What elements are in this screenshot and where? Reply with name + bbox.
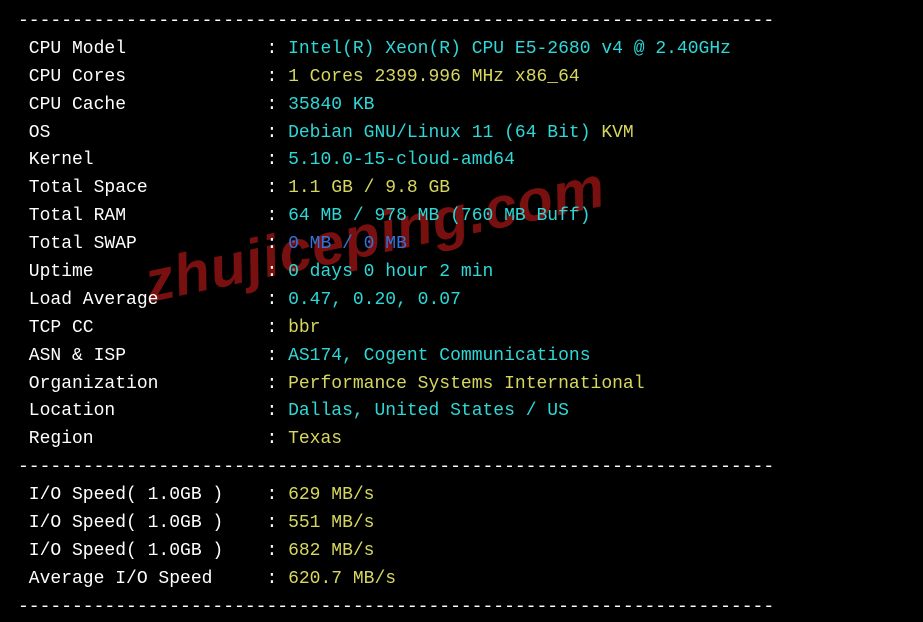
row-value: 1 Cores 2399.996 MHz x86_64: [288, 67, 580, 87]
info-row: TCP CC : bbr: [18, 315, 905, 343]
info-row: Region : Texas: [18, 426, 905, 454]
colon: :: [266, 95, 288, 115]
row-value: bbr: [288, 318, 320, 338]
row-value: AS174, Cogent Communications: [288, 346, 590, 366]
info-row: CPU Model : Intel(R) Xeon(R) CPU E5-2680…: [18, 36, 905, 64]
colon: :: [266, 234, 288, 254]
colon: :: [266, 318, 288, 338]
row-value: 682 MB/s: [288, 541, 374, 561]
row-value: 620.7 MB/s: [288, 569, 396, 589]
row-label: I/O Speed( 1.0GB ): [18, 513, 266, 533]
info-row: CPU Cache : 35840 KB: [18, 92, 905, 120]
info-row: Uptime : 0 days 0 hour 2 min: [18, 259, 905, 287]
info-row: ASN & ISP : AS174, Cogent Communications: [18, 343, 905, 371]
divider-top: ----------------------------------------…: [18, 8, 905, 36]
row-value: Texas: [288, 429, 342, 449]
info-row: Average I/O Speed : 620.7 MB/s: [18, 566, 905, 594]
row-label: Average I/O Speed: [18, 569, 266, 589]
colon: :: [266, 206, 288, 226]
colon: :: [266, 374, 288, 394]
colon: :: [266, 150, 288, 170]
sysinfo-block: CPU Model : Intel(R) Xeon(R) CPU E5-2680…: [18, 36, 905, 454]
row-label: Total SWAP: [18, 234, 266, 254]
row-label: CPU Model: [18, 39, 266, 59]
colon: :: [266, 401, 288, 421]
info-row: Kernel : 5.10.0-15-cloud-amd64: [18, 147, 905, 175]
row-value: Performance Systems International: [288, 374, 644, 394]
row-label: CPU Cache: [18, 95, 266, 115]
colon: :: [266, 346, 288, 366]
colon: :: [266, 262, 288, 282]
info-row: I/O Speed( 1.0GB ) : 551 MB/s: [18, 510, 905, 538]
info-row: I/O Speed( 1.0GB ) : 682 MB/s: [18, 538, 905, 566]
row-label: Total RAM: [18, 206, 266, 226]
row-label: Location: [18, 401, 266, 421]
row-value: 0 days 0 hour 2 min: [288, 262, 493, 282]
info-row: Total SWAP : 0 MB / 0 MB: [18, 231, 905, 259]
colon: :: [266, 123, 288, 143]
row-value: 5.10.0-15-cloud-amd64: [288, 150, 515, 170]
row-label: I/O Speed( 1.0GB ): [18, 541, 266, 561]
row-label: Kernel: [18, 150, 266, 170]
terminal-output: ----------------------------------------…: [18, 8, 905, 622]
colon: :: [266, 67, 288, 87]
divider-mid: ----------------------------------------…: [18, 454, 905, 482]
row-value: 0.47, 0.20, 0.07: [288, 290, 461, 310]
row-label: Region: [18, 429, 266, 449]
info-row: Total RAM : 64 MB / 978 MB (760 MB Buff): [18, 203, 905, 231]
info-row: OS : Debian GNU/Linux 11 (64 Bit) KVM: [18, 120, 905, 148]
row-label: Uptime: [18, 262, 266, 282]
row-value: 35840 KB: [288, 95, 374, 115]
row-label: CPU Cores: [18, 67, 266, 87]
row-label: TCP CC: [18, 318, 266, 338]
row-value: 629 MB/s: [288, 485, 374, 505]
colon: :: [266, 39, 288, 59]
row-label: Organization: [18, 374, 266, 394]
colon: :: [266, 541, 288, 561]
colon: :: [266, 429, 288, 449]
row-value: 1.1 GB / 9.8 GB: [288, 178, 450, 198]
colon: :: [266, 513, 288, 533]
row-value: KVM: [601, 123, 633, 143]
row-value: 64 MB / 978 MB (760 MB Buff): [288, 206, 590, 226]
row-label: OS: [18, 123, 266, 143]
row-value: Intel(R) Xeon(R) CPU E5-2680 v4 @ 2.40GH…: [288, 39, 731, 59]
divider-bottom: ----------------------------------------…: [18, 594, 905, 622]
colon: :: [266, 178, 288, 198]
colon: :: [266, 485, 288, 505]
row-value: Debian GNU/Linux 11 (64 Bit): [288, 123, 601, 143]
info-row: I/O Speed( 1.0GB ) : 629 MB/s: [18, 482, 905, 510]
info-row: Location : Dallas, United States / US: [18, 398, 905, 426]
row-label: I/O Speed( 1.0GB ): [18, 485, 266, 505]
info-row: Load Average : 0.47, 0.20, 0.07: [18, 287, 905, 315]
row-label: ASN & ISP: [18, 346, 266, 366]
colon: :: [266, 290, 288, 310]
iospeed-block: I/O Speed( 1.0GB ) : 629 MB/s I/O Speed(…: [18, 482, 905, 594]
info-row: CPU Cores : 1 Cores 2399.996 MHz x86_64: [18, 64, 905, 92]
row-value: 551 MB/s: [288, 513, 374, 533]
row-label: Total Space: [18, 178, 266, 198]
row-value: Dallas, United States / US: [288, 401, 569, 421]
info-row: Organization : Performance Systems Inter…: [18, 371, 905, 399]
row-value: 0 MB / 0 MB: [288, 234, 407, 254]
row-label: Load Average: [18, 290, 266, 310]
info-row: Total Space : 1.1 GB / 9.8 GB: [18, 175, 905, 203]
colon: :: [266, 569, 288, 589]
